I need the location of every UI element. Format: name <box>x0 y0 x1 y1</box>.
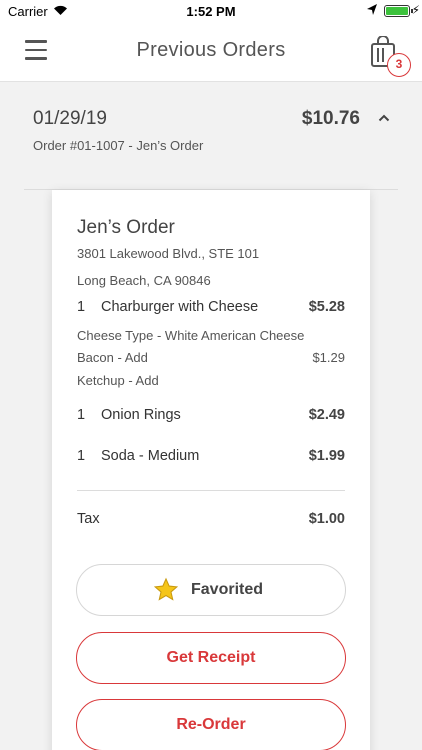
order-summary-row[interactable]: 01/29/19 $10.76 Order #01-1007 - Jen’s O… <box>0 82 422 190</box>
modifier-label: Cheese Type - White American Cheese <box>77 328 305 343</box>
divider <box>77 490 345 491</box>
item-name: Onion Rings <box>101 407 181 423</box>
address-line-1: 3801 Lakewood Blvd., STE 101 <box>77 246 260 261</box>
reorder-button[interactable]: Re-Order <box>76 699 346 750</box>
item-price: $5.28 <box>308 299 345 315</box>
modifier-label: Bacon - Add <box>77 350 148 365</box>
location-icon <box>367 4 377 15</box>
battery-icon <box>384 5 413 17</box>
modifier-price: $1.29 <box>312 350 345 365</box>
clock: 1:52 PM <box>186 4 236 19</box>
star-icon <box>153 577 179 601</box>
tax-label: Tax <box>77 511 100 527</box>
tax-value: $1.00 <box>308 511 345 527</box>
chevron-up-icon[interactable] <box>378 112 390 124</box>
item-price: $1.99 <box>308 448 345 464</box>
page-title: Previous Orders <box>136 39 286 61</box>
get-receipt-button[interactable]: Get Receipt <box>76 632 346 684</box>
status-bar: Carrier 1:52 PM ⚡ <box>0 0 422 22</box>
receipt-card: Jen’s Order 3801 Lakewood Blvd., STE 101… <box>52 190 370 750</box>
favorited-button[interactable]: Favorited <box>76 564 346 616</box>
nav-bar: Previous Orders 3 <box>0 22 422 82</box>
order-number: Order #01-1007 - Jen’s Order <box>33 138 204 153</box>
item-quantity: 1 <box>77 407 86 423</box>
item-quantity: 1 <box>77 299 86 315</box>
item-name: Charburger with Cheese <box>101 299 259 315</box>
modifier-label: Ketchup - Add <box>77 373 159 388</box>
reorder-label: Re-Order <box>176 716 246 733</box>
item-name: Soda - Medium <box>101 448 200 464</box>
order-date: 01/29/19 <box>33 108 107 129</box>
favorited-label: Favorited <box>191 581 264 598</box>
get-receipt-label: Get Receipt <box>166 649 256 666</box>
item-price: $2.49 <box>308 407 345 423</box>
address-line-2: Long Beach, CA 90846 <box>77 273 211 288</box>
item-quantity: 1 <box>77 448 86 464</box>
receipt-title: Jen’s Order <box>77 217 175 238</box>
order-total: $10.76 <box>301 108 360 129</box>
cart-count-badge[interactable]: 3 <box>387 53 411 77</box>
charging-icon: ⚡ <box>411 3 420 17</box>
